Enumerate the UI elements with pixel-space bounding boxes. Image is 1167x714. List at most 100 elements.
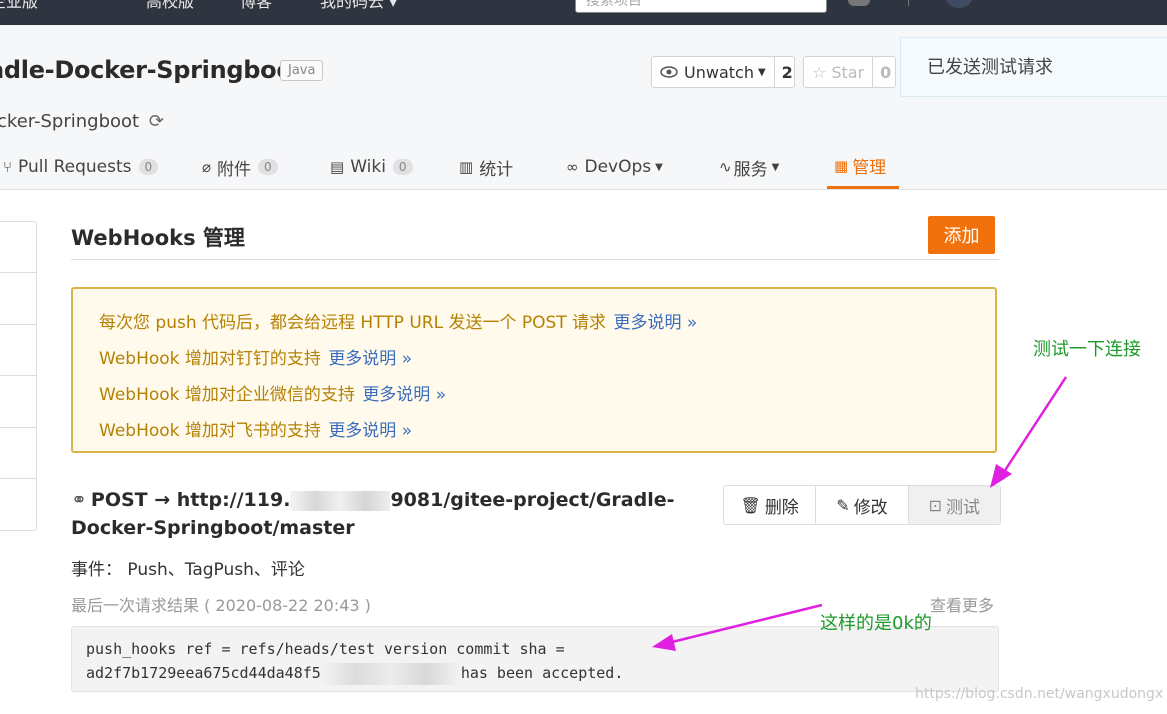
annotation-test-connection: 测试一下连接 (1033, 339, 1141, 360)
fork-source[interactable]: ocker-Springboot ⟳ (0, 111, 164, 132)
more-info-link[interactable]: 更多说明 » (328, 421, 412, 441)
webhook-url[interactable]: ⚭ POST → http://119. 9081/gitee-project/Gr… (71, 486, 711, 542)
caret-down-icon: ▼ (655, 161, 663, 173)
language-badge: Java (280, 60, 324, 81)
see-more-link[interactable]: 查看更多 (930, 592, 994, 616)
tab-label: 服务 (733, 159, 768, 180)
star-button[interactable]: ☆ Star 0 (803, 56, 896, 88)
annotation-ok: 这样的是0k的 (820, 613, 932, 634)
result-line: ad2f7b1729eea675cd44da48f5 has been accep… (86, 661, 984, 685)
top-navbar: 企业版 高校版 博客 我的码云 ▾ 搜索项目 (0, 0, 1167, 25)
tab-label: DevOps (584, 157, 652, 177)
tab-services[interactable]: ∿ 服务 ▼ (719, 145, 779, 189)
pull-request-icon: ⑂ (3, 158, 13, 176)
tab-label: 附件 (217, 159, 252, 180)
more-info-link[interactable]: 更多说明 » (362, 385, 446, 405)
tab-stats[interactable]: ▥ 统计 (459, 145, 513, 189)
tab-badge: 0 (392, 159, 413, 175)
notice-text: WebHook 增加对钉钉的支持 (99, 349, 321, 369)
nav-blog[interactable]: 博客 (240, 0, 272, 12)
unwatch-label: Unwatch (684, 62, 754, 82)
watermark: https://blog.csdn.net/wangxudongx (915, 686, 1164, 702)
more-info-link[interactable]: 更多说明 » (328, 349, 412, 369)
redacted-ip (290, 490, 391, 511)
tab-label: 统计 (479, 159, 514, 180)
webhook-actions: 🗑 删除 ✎ 修改 ⊡ 测试 (723, 485, 1001, 525)
star-count[interactable]: 0 (872, 57, 898, 87)
book-icon: ▤ (330, 158, 345, 176)
tab-badge: 0 (138, 159, 159, 175)
sidebar-divider (0, 324, 36, 325)
infinity-icon: ∞ (566, 158, 579, 176)
nav-my-gitee[interactable]: 我的码云 ▾ (320, 0, 397, 12)
notice-text: WebHook 增加对企业微信的支持 (99, 385, 355, 405)
unwatch-button[interactable]: Unwatch ▼ 2 (651, 56, 795, 88)
sync-icon[interactable]: ⟳ (149, 111, 164, 132)
edit-button[interactable]: ✎ 修改 (816, 486, 909, 524)
paperclip-icon: ⌀ (202, 158, 212, 176)
webhook-url-prefix: POST → http://119. (90, 489, 291, 511)
nav-university[interactable]: 高校版 (146, 0, 194, 12)
nav-enterprise[interactable]: 企业版 (0, 0, 38, 12)
title-divider (71, 259, 999, 260)
sidebar-divider (0, 375, 36, 376)
notice-row: WebHook 增加对企业微信的支持 更多说明 » (99, 380, 446, 405)
arrow-to-test-button (990, 376, 1068, 488)
result-line: push_hooks ref = refs/heads/test version… (86, 640, 565, 658)
last-request-result: 最后一次请求结果 ( 2020-08-22 20:43 ) (71, 596, 371, 615)
eye-icon (660, 66, 678, 78)
search-input[interactable]: 搜索项目 (575, 0, 827, 13)
notice-text: 每次您 push 代码后，都会给远程 HTTP URL 发送一个 POST 请求 (99, 313, 607, 333)
edit-icon: ✎ (836, 495, 850, 515)
delete-label: 删除 (764, 497, 799, 518)
tab-badge: 0 (258, 159, 278, 175)
sidebar-divider (0, 427, 36, 428)
test-label: 测试 (946, 497, 981, 518)
delete-button[interactable]: 🗑 删除 (724, 486, 817, 524)
tab-label: 管理 (852, 158, 887, 178)
sidebar-divider (0, 272, 36, 273)
star-label: Star (831, 62, 865, 82)
webhook-events: 事件： Push、TagPush、评论 (71, 560, 305, 580)
accepted-text: has been accepted. (460, 664, 624, 682)
repo-title[interactable]: adle-Docker-Springboot (0, 56, 304, 84)
page-title: WebHooks 管理 (71, 226, 245, 250)
star-icon: ☆ (812, 62, 827, 82)
tab-wiki[interactable]: ▤ Wiki 0 (330, 145, 413, 189)
terminal-icon: ⊡ (928, 495, 943, 515)
tab-attachments[interactable]: ⌀ 附件 0 (202, 145, 278, 189)
test-button[interactable]: ⊡ 测试 (908, 486, 1000, 524)
sidebar-divider (0, 478, 36, 479)
commit-sha: ad2f7b1729eea675cd44da48f5 (86, 664, 321, 682)
pulse-icon: ∿ (719, 158, 732, 176)
trash-icon: 🗑 (740, 495, 761, 515)
bar-chart-icon: ▥ (459, 158, 474, 176)
tab-label: Pull Requests (18, 157, 132, 177)
bell-icon[interactable] (848, 0, 870, 6)
settings-sidebar (0, 221, 37, 531)
watch-count[interactable]: 2 (773, 57, 800, 87)
fork-source-name[interactable]: ocker-Springboot (0, 111, 139, 132)
unwatch-toggle[interactable]: Unwatch ▼ (652, 57, 774, 87)
caret-down-icon: ▼ (757, 66, 766, 78)
edit-label: 修改 (853, 497, 888, 518)
tab-manage[interactable]: ▦ 管理 (827, 145, 899, 189)
avatar[interactable] (944, 0, 974, 8)
star-toggle[interactable]: ☆ Star (804, 57, 872, 87)
tab-label: Wiki (350, 157, 386, 177)
add-webhook-button[interactable]: 添加 (928, 216, 995, 254)
more-info-link[interactable]: 更多说明 » (613, 313, 697, 333)
tab-devops[interactable]: ∞ DevOps ▼ (566, 145, 663, 189)
notice-row: 每次您 push 代码后，都会给远程 HTTP URL 发送一个 POST 请求… (99, 308, 697, 333)
toast-message: 已发送测试请求 (900, 37, 1167, 97)
webhook-notice: 每次您 push 代码后，都会给远程 HTTP URL 发送一个 POST 请求… (71, 287, 997, 453)
redacted-sha (320, 662, 461, 685)
tab-pull-requests[interactable]: ⑂ Pull Requests 0 (3, 145, 159, 189)
caret-down-icon: ▼ (771, 161, 780, 173)
result-output: push_hooks ref = refs/heads/test version… (71, 626, 999, 692)
notice-row: WebHook 增加对钉钉的支持 更多说明 » (99, 344, 412, 369)
notice-row: WebHook 增加对飞书的支持 更多说明 » (99, 416, 412, 441)
manage-icon: ▦ (834, 156, 849, 175)
nav-divider (908, 0, 909, 6)
webhook-icon: ⚭ (71, 489, 87, 511)
